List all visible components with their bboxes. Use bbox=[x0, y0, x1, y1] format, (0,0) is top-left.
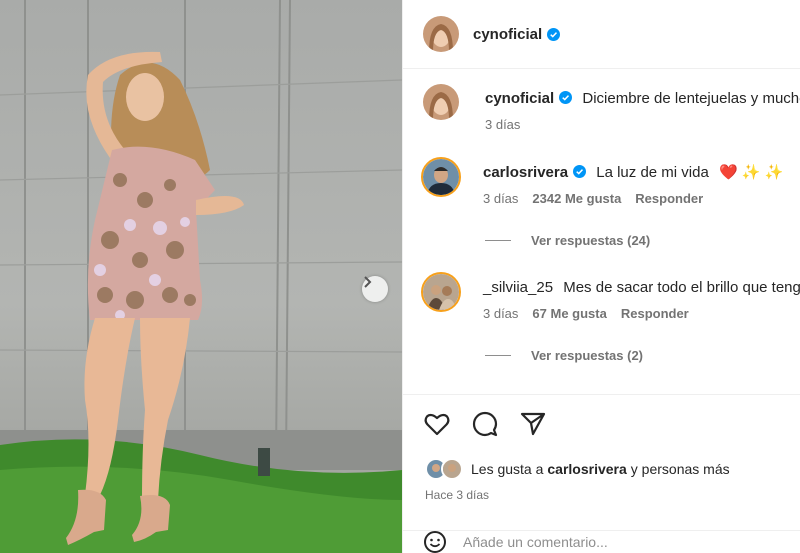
commenter-avatar-image bbox=[423, 159, 459, 195]
comment-likes[interactable]: 67 Me gusta bbox=[532, 306, 606, 321]
comment-time: 3 días bbox=[483, 191, 519, 206]
next-photo-button[interactable] bbox=[362, 276, 388, 302]
commenter-username[interactable]: carlosrivera bbox=[483, 164, 568, 181]
caption-username[interactable]: cynoficial bbox=[485, 90, 554, 107]
likers-avatars[interactable] bbox=[425, 458, 463, 480]
share-button[interactable] bbox=[519, 410, 547, 438]
chevron-right-icon bbox=[364, 276, 372, 288]
caption-author-avatar[interactable] bbox=[423, 84, 459, 120]
commenter-avatar-image bbox=[423, 274, 459, 310]
replies-divider bbox=[485, 355, 511, 356]
commenter-avatar[interactable] bbox=[421, 157, 461, 197]
caption: cynoficial Diciembre de lentejuelas y mu… bbox=[403, 84, 800, 132]
liker-avatar bbox=[441, 458, 463, 480]
view-replies-label: Ver respuestas (2) bbox=[531, 348, 644, 363]
reply-button[interactable]: Responder bbox=[635, 191, 703, 206]
like-button[interactable] bbox=[423, 410, 451, 438]
comment-item: carlosrivera La luz de mi vida ❤️ ✨ ✨ 3 … bbox=[403, 157, 800, 206]
view-replies-button[interactable]: Ver respuestas (2) bbox=[485, 348, 643, 363]
likes-user[interactable]: carlosrivera bbox=[547, 461, 626, 477]
comment-meta: 3 días 67 Me gusta Responder bbox=[483, 306, 800, 321]
comment-item: _silviia_25 Mes de sacar todo el brillo … bbox=[403, 272, 800, 321]
comment-emoji: ❤️ ✨ ✨ bbox=[718, 164, 784, 181]
likes-suffix[interactable]: y personas más bbox=[631, 461, 730, 477]
add-comment-bar bbox=[403, 530, 800, 553]
likes-summary: Les gusta a carlosrivera y personas más bbox=[425, 458, 730, 480]
verified-badge-icon bbox=[547, 27, 561, 41]
commenter-avatar[interactable] bbox=[421, 272, 461, 312]
verified-badge-icon bbox=[559, 91, 573, 104]
action-bar bbox=[423, 410, 547, 438]
post-timestamp: Hace 3 días bbox=[425, 488, 490, 502]
comment-likes[interactable]: 2342 Me gusta bbox=[532, 191, 621, 206]
author-avatar-image bbox=[423, 16, 459, 52]
heart-icon bbox=[424, 413, 450, 436]
emoji-icon bbox=[424, 531, 446, 553]
replies-divider bbox=[485, 240, 511, 241]
actions-divider bbox=[403, 394, 800, 395]
comment-text: Mes de sacar todo el brillo que tengo bbox=[563, 279, 800, 296]
caption-text: Diciembre de lentejuelas y mucho brillo bbox=[582, 90, 800, 107]
comment-text: La luz de mi vida bbox=[596, 164, 709, 181]
liker-avatar-image bbox=[443, 460, 461, 478]
post-header: cynoficial bbox=[403, 0, 800, 69]
author-username[interactable]: cynoficial bbox=[473, 26, 542, 43]
verified-badge-icon bbox=[573, 165, 587, 178]
caption-meta: 3 días bbox=[485, 117, 800, 132]
comment-input[interactable] bbox=[461, 533, 765, 551]
post-panel: cynoficial cynoficial Diciembre de lente… bbox=[402, 0, 800, 553]
view-replies-label: Ver respuestas (24) bbox=[531, 233, 651, 248]
comment-button[interactable] bbox=[471, 410, 499, 438]
caption-time: 3 días bbox=[485, 117, 521, 132]
comment-time: 3 días bbox=[483, 306, 519, 321]
comment-meta: 3 días 2342 Me gusta Responder bbox=[483, 191, 783, 206]
view-replies-button[interactable]: Ver respuestas (24) bbox=[485, 233, 650, 248]
author-avatar[interactable] bbox=[423, 16, 459, 52]
post-photo[interactable] bbox=[0, 0, 402, 553]
likes-prefix: Les gusta a bbox=[471, 461, 544, 477]
send-icon bbox=[520, 412, 546, 436]
photo-illustration bbox=[0, 0, 402, 553]
reply-button[interactable]: Responder bbox=[621, 306, 689, 321]
emoji-button[interactable] bbox=[423, 530, 447, 553]
comment-icon bbox=[472, 411, 498, 437]
caption-author-avatar-image bbox=[423, 84, 459, 120]
instagram-post: cynoficial cynoficial Diciembre de lente… bbox=[0, 0, 800, 553]
commenter-username[interactable]: _silviia_25 bbox=[483, 279, 553, 296]
